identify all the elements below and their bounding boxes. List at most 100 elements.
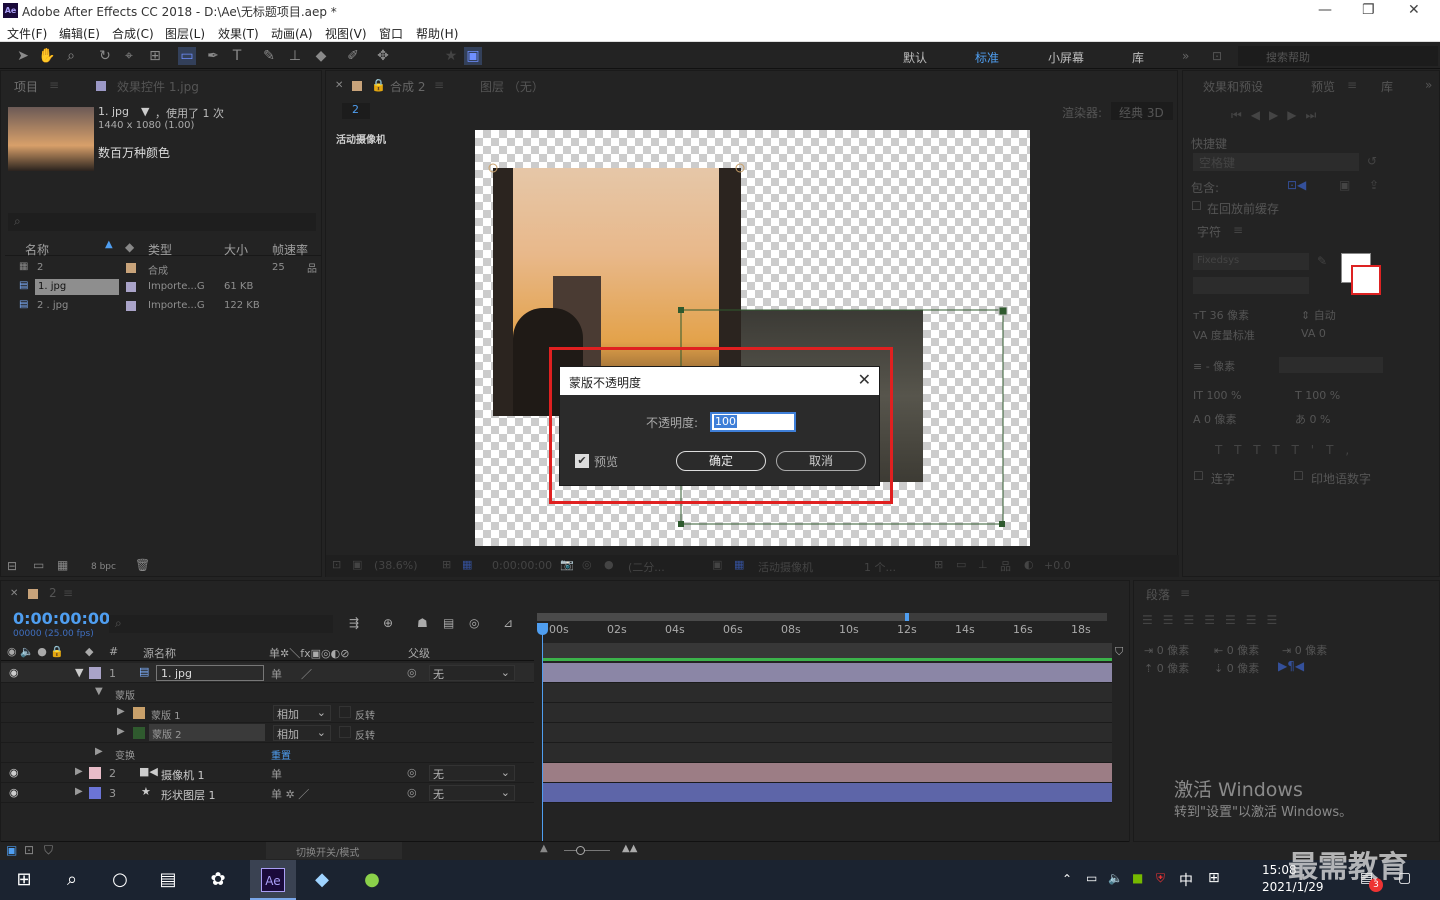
font-style-dropdown[interactable] bbox=[1193, 277, 1309, 294]
space-before-field[interactable]: ⇡ 0 像素 bbox=[1144, 660, 1189, 676]
pen-tool-icon[interactable]: ✒ bbox=[204, 47, 222, 65]
layer-track-bar[interactable] bbox=[543, 763, 1112, 783]
frame-blend-icon[interactable]: ▤ bbox=[443, 616, 454, 630]
kerning-field[interactable]: VA 度量标准 bbox=[1193, 327, 1255, 343]
comp-flowchart-icon[interactable]: ⇶ bbox=[349, 616, 359, 630]
fit-icon[interactable]: ⊞ bbox=[442, 558, 451, 571]
mask-vertex[interactable] bbox=[999, 521, 1005, 527]
trash-icon[interactable]: 🗑 bbox=[135, 558, 150, 572]
snapshot-icon[interactable]: 📷 bbox=[560, 558, 574, 571]
graph-editor-icon[interactable]: ⊿ bbox=[503, 616, 513, 630]
panel-menu-icon[interactable]: ≡ bbox=[49, 78, 59, 92]
zoom-slider-track[interactable] bbox=[564, 850, 610, 851]
tracking-field[interactable]: VA 0 bbox=[1301, 327, 1326, 340]
layer-row[interactable]: ◉ ▼ 1 ▤ 1. jpg 单 ／ ◎ 无 ⌄ bbox=[1, 663, 534, 683]
hindi-checkbox-icon[interactable]: ☐ bbox=[1293, 469, 1304, 483]
start-icon[interactable]: ⊞ bbox=[12, 868, 36, 892]
space-after-field[interactable]: ⇣ 0 像素 bbox=[1214, 660, 1259, 676]
pickwhip-icon[interactable]: ◎ bbox=[407, 786, 417, 799]
tab-composition[interactable]: 合成 2 bbox=[390, 78, 425, 95]
panel-menu-icon[interactable]: ≡ bbox=[434, 78, 444, 92]
video-audio-icon[interactable]: ⊡◀ bbox=[1287, 178, 1306, 192]
toggle-switches-modes-button[interactable]: 切换开关/模式 bbox=[266, 842, 402, 859]
chevron-right-icon[interactable]: » bbox=[1425, 78, 1432, 92]
shy-switch-icon[interactable]: 单 bbox=[271, 666, 282, 682]
bpc-indicator[interactable]: 8 bpc bbox=[91, 562, 116, 572]
shy-icon[interactable]: ☗ bbox=[417, 616, 428, 630]
tab-character[interactable]: 字符 bbox=[1197, 223, 1221, 240]
cortana-icon[interactable]: ○ bbox=[108, 868, 132, 892]
flowchart-icon[interactable]: 品 bbox=[1000, 558, 1011, 574]
transfer-icon[interactable]: ⊡ bbox=[24, 843, 34, 857]
chevron-right-icon[interactable]: » bbox=[1182, 49, 1189, 63]
camera-view-dropdown[interactable]: 活动摄像机 bbox=[758, 559, 813, 575]
overlay-icon[interactable]: ▣ bbox=[1339, 178, 1350, 192]
menu-effect[interactable]: 效果(T) bbox=[218, 25, 259, 42]
usage-dropdown-icon[interactable]: ▼ bbox=[141, 105, 149, 118]
project-row[interactable]: ▦ 2 合成 25 品 bbox=[5, 259, 321, 278]
col-fps[interactable]: 帧速率 bbox=[272, 241, 308, 258]
monitor-icon[interactable]: ▣ bbox=[352, 558, 362, 571]
panel-menu-icon[interactable]: ≡ bbox=[1347, 78, 1357, 92]
tab-effect-controls[interactable]: 效果控件 1.jpg bbox=[117, 78, 199, 95]
expand-right-icon[interactable]: ▶ bbox=[75, 766, 83, 777]
blue-app-icon[interactable]: ◆ bbox=[310, 868, 334, 892]
workspace-small-screen[interactable]: 小屏幕 bbox=[1048, 49, 1084, 66]
comp-breadcrumb[interactable]: 2 bbox=[342, 103, 370, 119]
close-icon[interactable]: ✕ bbox=[858, 370, 871, 389]
keyboard-icon[interactable]: ⊞ bbox=[1208, 870, 1220, 886]
expand-right-icon[interactable]: ▶ bbox=[117, 706, 125, 717]
invert-checkbox[interactable] bbox=[339, 726, 351, 738]
flowchart-icon[interactable]: 品 bbox=[307, 260, 317, 275]
project-row-selected[interactable]: ▤ 1. jpg Importe...G 61 KB bbox=[5, 278, 321, 297]
mask-color-swatch[interactable] bbox=[133, 707, 145, 719]
eye-icon[interactable]: ◉ bbox=[9, 766, 19, 779]
roto-brush-tool-icon[interactable]: ✐ bbox=[344, 47, 362, 65]
indent-left-field[interactable]: ⇥ 0 像素 bbox=[1144, 642, 1189, 658]
workspace-library[interactable]: 库 bbox=[1132, 49, 1144, 66]
taskbar-ae-app[interactable]: Ae bbox=[250, 860, 296, 900]
baseline-field[interactable]: A 0 像素 bbox=[1193, 411, 1237, 427]
col-type[interactable]: 类型 bbox=[148, 241, 172, 258]
menu-file[interactable]: 文件(F) bbox=[7, 25, 47, 42]
close-tab-icon[interactable]: ✕ bbox=[335, 80, 343, 91]
magnifier-icon[interactable]: ⊡ bbox=[332, 558, 341, 571]
pan-behind-tool-icon[interactable]: ⊞ bbox=[146, 47, 164, 65]
mask-row[interactable]: ▶ 蒙版 2 相加 ⌄ 反转 bbox=[1, 723, 534, 743]
mask-vertex[interactable] bbox=[998, 306, 1008, 316]
mask-name[interactable]: 蒙版 1 bbox=[151, 707, 181, 722]
menu-composition[interactable]: 合成(C) bbox=[112, 25, 154, 42]
reset-link[interactable]: 重置 bbox=[271, 747, 291, 762]
tab-effects-presets[interactable]: 效果和预设 bbox=[1203, 78, 1263, 95]
eraser-tool-icon[interactable]: ◆ bbox=[312, 47, 330, 65]
transparency-grid-icon[interactable]: ▦ bbox=[734, 558, 744, 571]
col-size[interactable]: 大小 bbox=[224, 241, 248, 258]
preview-checkbox[interactable]: ✔ bbox=[575, 454, 589, 468]
menu-help[interactable]: 帮助(H) bbox=[416, 25, 458, 42]
pickwhip-icon[interactable]: ◎ bbox=[407, 666, 417, 679]
text-style-buttons[interactable]: TTTTT'T, bbox=[1215, 443, 1361, 457]
exposure-value[interactable]: +0.0 bbox=[1044, 559, 1071, 572]
work-area-range[interactable] bbox=[537, 613, 909, 621]
playhead-handle[interactable] bbox=[537, 623, 548, 635]
brush-tool-icon[interactable]: ✎ bbox=[260, 47, 278, 65]
layer-name[interactable]: 形状图层 1 bbox=[161, 787, 216, 803]
puppet-tool-icon[interactable]: ✥ bbox=[374, 47, 392, 65]
zoom-in-icon[interactable]: ▲▲ bbox=[622, 843, 637, 854]
cache-checkbox-icon[interactable]: ☐ bbox=[1191, 199, 1202, 213]
horizontal-scale-field[interactable]: T 100 % bbox=[1295, 389, 1340, 402]
draft3d-icon[interactable]: ⊕ bbox=[383, 616, 393, 630]
project-search-input[interactable]: ⌕ bbox=[8, 213, 316, 231]
menu-layer[interactable]: 图层(L) bbox=[165, 25, 205, 42]
close-tab-icon[interactable]: ✕ bbox=[10, 588, 18, 599]
menu-edit[interactable]: 编辑(E) bbox=[59, 25, 100, 42]
color-channel-icon[interactable]: ◎ bbox=[582, 558, 592, 571]
exposure-icon[interactable]: ◐ bbox=[1024, 558, 1034, 571]
interpret-footage-icon[interactable]: ⊟ bbox=[7, 559, 17, 573]
mask-row[interactable]: ▶ 蒙版 1 相加 ⌄ 反转 bbox=[1, 703, 534, 723]
mask-rect-tool-icon[interactable]: ▭ bbox=[178, 47, 196, 65]
motion-blur-icon[interactable]: ◎ bbox=[469, 616, 479, 630]
eye-icon[interactable]: ◉ bbox=[9, 666, 19, 679]
grid-icon[interactable]: ▦ bbox=[462, 558, 472, 571]
font-size-field[interactable]: тT 36 像素 bbox=[1193, 307, 1249, 323]
